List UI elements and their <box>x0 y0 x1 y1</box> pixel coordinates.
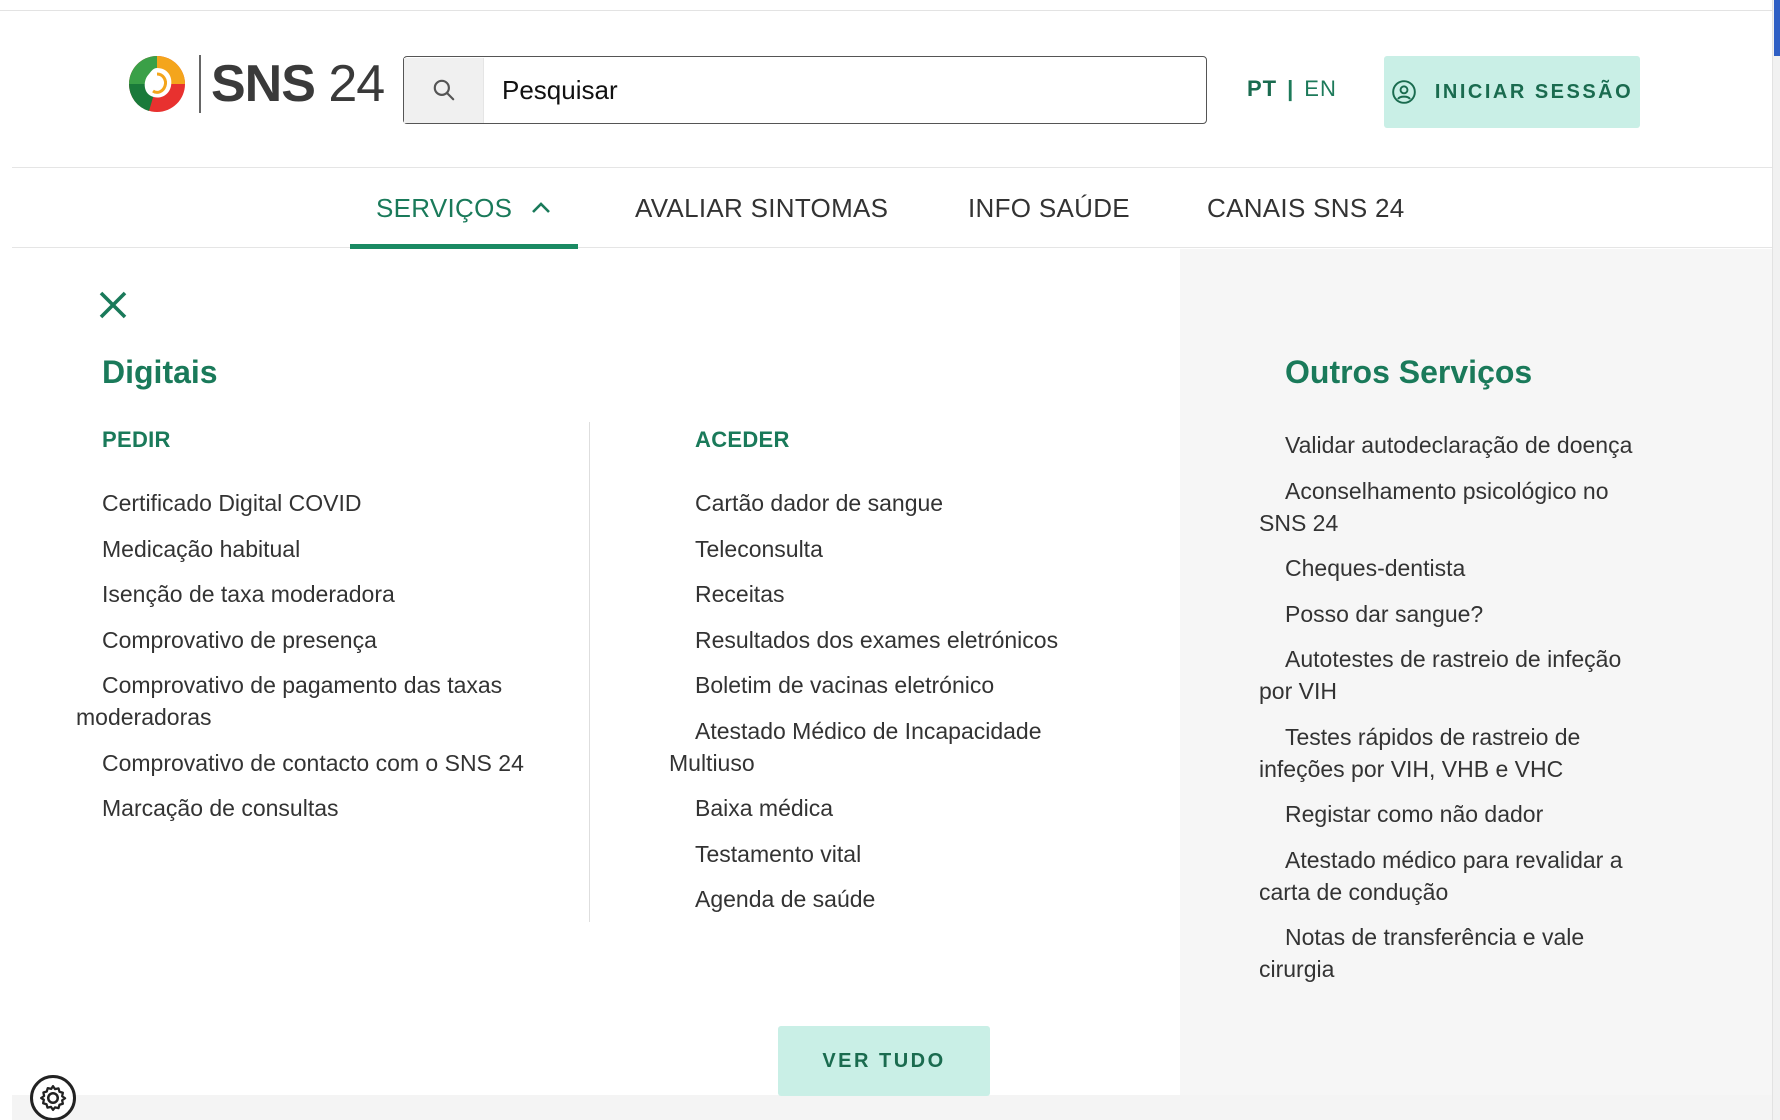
cookie-settings-button[interactable] <box>30 1075 76 1120</box>
column-divider <box>589 422 590 922</box>
site-header: SNS 24 PT | EN INICIAR SESSÃO <box>12 12 1772 168</box>
nav-tab-info-saude[interactable]: INFO SAÚDE <box>968 168 1130 248</box>
login-label: INICIAR SESSÃO <box>1434 80 1634 103</box>
login-button[interactable]: INICIAR SESSÃO <box>1384 56 1640 128</box>
lang-en-link[interactable]: EN <box>1304 76 1337 101</box>
menu-link[interactable]: Cartão dador de sangue <box>669 487 1069 519</box>
chevron-up-icon <box>530 201 552 215</box>
scrollbar-accent <box>1774 0 1780 56</box>
top-border <box>0 10 1772 11</box>
menu-link[interactable]: Receitas <box>669 578 1069 610</box>
search-icon <box>433 79 454 101</box>
language-switcher: PT | EN <box>1247 76 1337 102</box>
pedir-list: Certificado Digital COVID Medicação habi… <box>76 487 546 838</box>
menu-link[interactable]: Boletim de vacinas eletrónico <box>669 669 1069 701</box>
menu-link[interactable]: Testes rápidos de rastreio de infeções p… <box>1259 721 1649 785</box>
sns24-logo[interactable]: SNS 24 <box>127 54 385 114</box>
panel-bottom-band <box>12 1095 1772 1120</box>
lang-pt-link[interactable]: PT <box>1247 76 1277 101</box>
aceder-list: Cartão dador de sangue Teleconsulta Rece… <box>669 487 1069 929</box>
nav-tab-label: AVALIAR SINTOMAS <box>635 192 889 223</box>
menu-link[interactable]: Atestado médico para revalidar a carta d… <box>1259 844 1649 908</box>
search-box[interactable] <box>403 56 1207 124</box>
menu-link[interactable]: Testamento vital <box>669 838 1069 870</box>
menu-link[interactable]: Validar autodeclaração de doença <box>1259 429 1649 461</box>
menu-link[interactable]: Baixa médica <box>669 792 1069 824</box>
pedir-heading: PEDIR <box>102 427 171 452</box>
outros-servicos-heading: Outros Serviços <box>1285 354 1533 390</box>
menu-link[interactable]: Comprovativo de presença <box>76 624 546 656</box>
nav-tab-label: SERVIÇOS <box>376 192 513 223</box>
menu-link[interactable]: Posso dar sangue? <box>1259 598 1649 630</box>
aceder-heading: ACEDER <box>695 427 790 452</box>
main-nav: SERVIÇOS AVALIAR SINTOMAS INFO SAÚDE CAN… <box>12 168 1772 249</box>
logo-separator <box>199 55 201 113</box>
menu-link[interactable]: Autotestes de rastreio de infeção por VI… <box>1259 643 1649 707</box>
search-button[interactable] <box>404 57 484 123</box>
menu-link[interactable]: Certificado Digital COVID <box>76 487 546 519</box>
nav-tab-canais-sns24[interactable]: CANAIS SNS 24 <box>1207 168 1405 248</box>
menu-link[interactable]: Teleconsulta <box>669 533 1069 565</box>
menu-link[interactable]: Comprovativo de pagamento das taxas mode… <box>76 669 546 733</box>
outros-servicos-list: Validar autodeclaração de doença Aconsel… <box>1259 429 1649 999</box>
nav-tab-servicos[interactable]: SERVIÇOS <box>349 168 579 249</box>
gear-icon <box>40 1085 67 1111</box>
lang-separator: | <box>1287 76 1295 101</box>
nav-tab-label: INFO SAÚDE <box>968 192 1130 223</box>
sns24-logo-icon <box>128 56 185 112</box>
logo-text-bold: SNS <box>211 55 316 113</box>
search-input[interactable] <box>484 57 1206 123</box>
nav-tab-label: CANAIS SNS 24 <box>1207 192 1405 223</box>
close-icon <box>99 291 127 319</box>
ver-tudo-button[interactable]: VER TUDO <box>778 1026 990 1096</box>
menu-link[interactable]: Notas de transferência e vale cirurgia <box>1259 921 1649 985</box>
browser-scrollbar[interactable] <box>1772 0 1780 1120</box>
menu-link[interactable]: Comprovativo de contacto com o SNS 24 <box>76 747 546 779</box>
menu-link[interactable]: Resultados dos exames eletrónicos <box>669 624 1069 656</box>
close-menu-button[interactable] <box>98 290 128 320</box>
menu-link[interactable]: Agenda de saúde <box>669 883 1069 915</box>
menu-link[interactable]: Marcação de consultas <box>76 792 546 824</box>
logo-text: SNS 24 <box>211 54 385 114</box>
menu-link[interactable]: Aconselhamento psicológico no SNS 24 <box>1259 475 1649 539</box>
digitais-heading: Digitais <box>102 354 218 390</box>
menu-link[interactable]: Atestado Médico de Incapacidade Multiuso <box>669 715 1069 779</box>
user-circle-icon <box>1392 80 1416 104</box>
menu-link[interactable]: Isenção de taxa moderadora <box>76 578 546 610</box>
menu-link[interactable]: Cheques-dentista <box>1259 552 1649 584</box>
menu-link[interactable]: Registar como não dador <box>1259 798 1649 830</box>
logo-text-light: 24 <box>314 55 385 113</box>
menu-link[interactable]: Medicação habitual <box>76 533 546 565</box>
nav-tab-avaliar-sintomas[interactable]: AVALIAR SINTOMAS <box>635 168 888 248</box>
